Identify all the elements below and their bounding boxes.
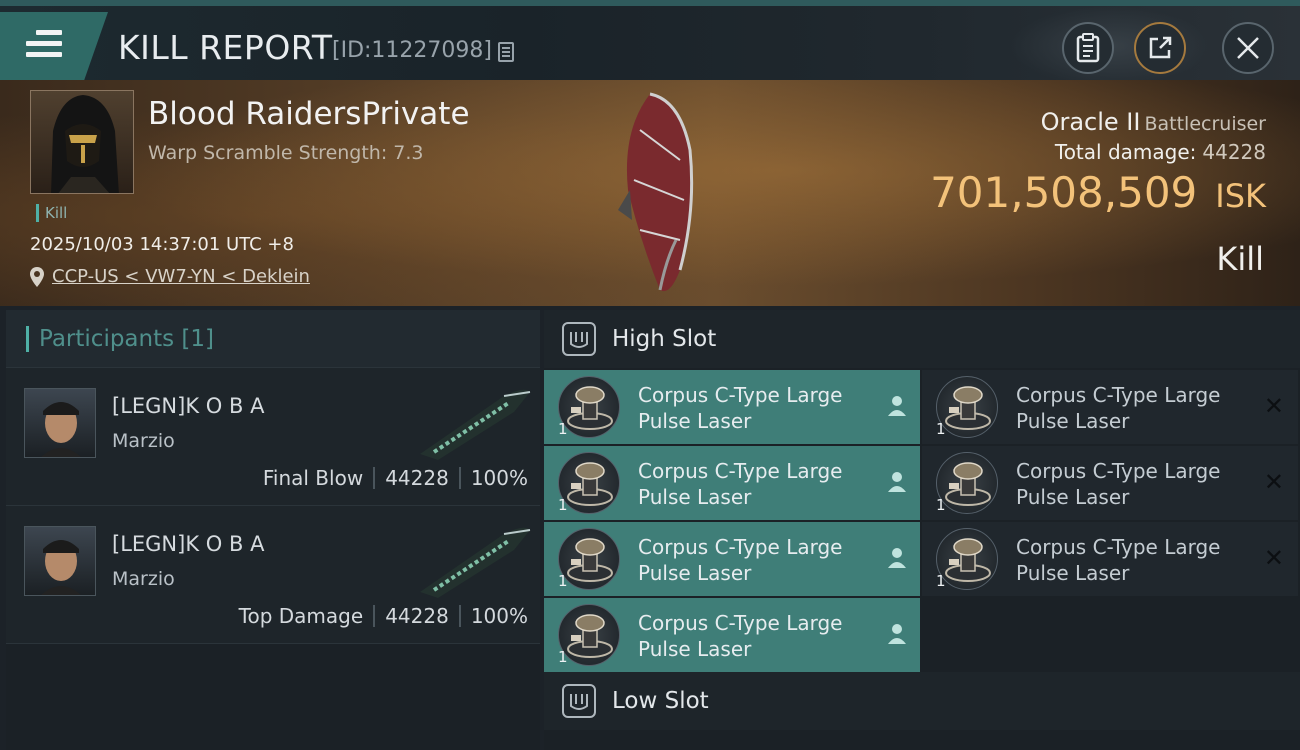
participant-ship-image bbox=[414, 382, 534, 466]
participant-avatar[interactable] bbox=[24, 526, 96, 596]
module-slot[interactable]: 1 Corpus C-Type Large Pulse Laser ✕ bbox=[922, 522, 1298, 596]
person-icon[interactable] bbox=[886, 546, 908, 574]
isk-amount: 701,508,509 bbox=[930, 168, 1198, 217]
divider bbox=[373, 467, 376, 489]
participants-panel: Participants [1] [LEGN]K O B A Marzio Fi… bbox=[6, 310, 540, 750]
module-quantity: 1 bbox=[558, 496, 568, 514]
module-quantity: 1 bbox=[558, 572, 568, 590]
menu-button[interactable] bbox=[0, 12, 108, 80]
participant-damage: 44228 bbox=[385, 604, 449, 628]
page-title: KILL REPORT bbox=[118, 28, 333, 67]
module-slot[interactable]: 1 Corpus C-Type Large Pulse Laser ✕ bbox=[922, 370, 1298, 444]
participant-percent: 100% bbox=[470, 466, 528, 490]
participant-damage: 44228 bbox=[385, 466, 449, 490]
participant-role: Top Damage bbox=[238, 604, 364, 628]
low-slot-header: Low Slot bbox=[544, 672, 1300, 730]
location-pin-icon bbox=[30, 266, 44, 287]
module-name: Corpus C-Type Large Pulse Laser bbox=[1016, 383, 1221, 433]
module-name: Corpus C-Type Large Pulse Laser bbox=[638, 611, 843, 661]
participant-percent: 100% bbox=[470, 604, 528, 628]
module-slot[interactable]: 1 Corpus C-Type Large Pulse Laser bbox=[544, 522, 920, 596]
participants-heading: Participants [1] bbox=[39, 325, 215, 352]
module-name: Corpus C-Type Large Pulse Laser bbox=[1016, 459, 1221, 509]
module-slot[interactable]: 1 Corpus C-Type Large Pulse Laser bbox=[544, 446, 920, 520]
participants-header: Participants [1] bbox=[6, 310, 540, 368]
participant-stats: Top Damage 44228 100% bbox=[239, 604, 528, 628]
kill-tag: Kill bbox=[36, 204, 67, 222]
module-quantity: 1 bbox=[558, 648, 568, 666]
module-slot[interactable]: 1 Corpus C-Type Large Pulse Laser bbox=[544, 370, 920, 444]
kill-location: CCP-US < VW7-YN < Deklein bbox=[30, 266, 310, 287]
slot-icon bbox=[562, 322, 596, 356]
participant-stats: Final Blow 44228 100% bbox=[263, 466, 528, 490]
divider bbox=[373, 605, 376, 627]
top-bar: KILL REPORT [ID:11227098] bbox=[0, 0, 1300, 86]
victim-pilot-name: Blood RaidersPrivate bbox=[148, 96, 470, 132]
person-icon[interactable] bbox=[886, 470, 908, 498]
clipboard-icon bbox=[1076, 33, 1100, 63]
pilot-portrait-image bbox=[41, 540, 81, 595]
location-link[interactable]: CCP-US < VW7-YN < Deklein bbox=[52, 266, 310, 287]
participant-ship-image bbox=[414, 520, 534, 604]
participant-avatar[interactable] bbox=[24, 388, 96, 458]
close-icon bbox=[1237, 37, 1259, 59]
fitting-panel: High Slot 1 Corpus C-Type Large Pulse Lase… bbox=[544, 310, 1300, 750]
module-quantity: 1 bbox=[936, 496, 946, 514]
divider bbox=[458, 467, 461, 489]
x-icon: ✕ bbox=[1263, 468, 1284, 496]
high-slot-header: High Slot bbox=[544, 310, 1300, 368]
x-icon: ✕ bbox=[1263, 392, 1284, 420]
participant-row[interactable]: [LEGN]K O B A Marzio Top Damage 44228 10… bbox=[6, 506, 540, 644]
participant-pilot-name: Marzio bbox=[112, 430, 175, 452]
participant-pilot-name: Marzio bbox=[112, 568, 175, 590]
victim-ship: Oracle II Battlecruiser bbox=[1041, 108, 1266, 136]
module-quantity: 1 bbox=[936, 572, 946, 590]
victim-portrait[interactable] bbox=[30, 90, 134, 194]
participant-role: Final Blow bbox=[262, 466, 364, 490]
total-damage: Total damage: 44228 bbox=[1055, 140, 1266, 164]
hooded-pilot-image bbox=[51, 95, 119, 193]
kill-result: Kill bbox=[1216, 240, 1264, 278]
person-icon[interactable] bbox=[886, 394, 908, 422]
report-id: [ID:11227098] bbox=[332, 38, 492, 63]
menu-icon bbox=[26, 30, 62, 63]
slot-icon bbox=[562, 684, 596, 718]
participant-row[interactable]: [LEGN]K O B A Marzio Final Blow 44228 10… bbox=[6, 368, 540, 506]
module-quantity: 1 bbox=[558, 420, 568, 438]
module-quantity: 1 bbox=[936, 420, 946, 438]
module-slot[interactable]: 1 Corpus C-Type Large Pulse Laser bbox=[544, 598, 920, 672]
total-damage-label: Total damage: bbox=[1054, 140, 1197, 164]
close-button[interactable] bbox=[1222, 22, 1274, 74]
kill-datetime: 2025/10/03 14:37:01 UTC +8 bbox=[30, 234, 294, 255]
isk-unit: ISK bbox=[1215, 177, 1266, 215]
module-name: Corpus C-Type Large Pulse Laser bbox=[638, 459, 843, 509]
warp-scramble-strength: Warp Scramble Strength: 7.3 bbox=[148, 142, 424, 164]
ship-name: Oracle II bbox=[1040, 108, 1141, 136]
share-button[interactable] bbox=[1134, 22, 1186, 74]
clipboard-button[interactable] bbox=[1062, 22, 1114, 74]
total-damage-value: 44228 bbox=[1202, 140, 1266, 164]
module-name: Corpus C-Type Large Pulse Laser bbox=[1016, 535, 1221, 585]
module-name: Corpus C-Type Large Pulse Laser bbox=[638, 383, 843, 433]
low-slot-label: Low Slot bbox=[612, 688, 709, 714]
victim-summary: Blood RaidersPrivate Warp Scramble Stren… bbox=[0, 80, 1300, 306]
high-slot-label: High Slot bbox=[612, 326, 717, 352]
accent-bar bbox=[26, 325, 29, 352]
share-icon bbox=[1149, 36, 1172, 59]
participant-corp-name: [LEGN]K O B A bbox=[112, 394, 265, 418]
x-icon: ✕ bbox=[1263, 544, 1284, 572]
copy-icon[interactable] bbox=[498, 42, 514, 62]
module-slot[interactable]: 1 Corpus C-Type Large Pulse Laser ✕ bbox=[922, 446, 1298, 520]
ship-class: Battlecruiser bbox=[1144, 113, 1266, 135]
isk-value: 701,508,509 ISK bbox=[930, 168, 1266, 217]
participant-corp-name: [LEGN]K O B A bbox=[112, 532, 265, 556]
divider bbox=[458, 605, 461, 627]
module-name: Corpus C-Type Large Pulse Laser bbox=[638, 535, 843, 585]
victim-ship-image bbox=[610, 90, 710, 304]
pilot-portrait-image bbox=[41, 402, 81, 457]
person-icon[interactable] bbox=[886, 622, 908, 650]
